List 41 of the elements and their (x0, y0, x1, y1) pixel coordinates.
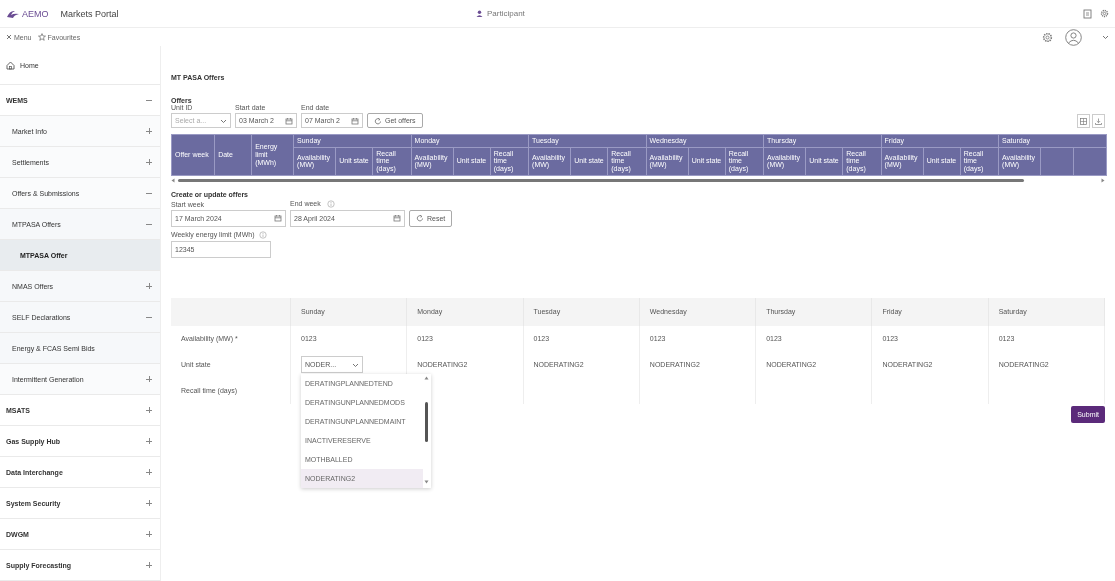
scroll-left-icon (171, 178, 175, 184)
calendar-icon (285, 116, 293, 125)
settings-icon[interactable] (1042, 31, 1053, 43)
refresh-icon (374, 116, 382, 125)
download-button[interactable] (1092, 114, 1105, 128)
plus-icon[interactable] (146, 438, 152, 444)
app-title: Markets Portal (60, 8, 119, 19)
calendar-icon (351, 116, 359, 125)
table-view-button[interactable] (1077, 114, 1090, 128)
close-icon (6, 34, 12, 40)
plus-icon[interactable] (146, 531, 152, 537)
role-label: Participant (487, 9, 525, 18)
scroll-right-icon (1101, 178, 1105, 184)
logo-text: AEMO (22, 8, 49, 19)
avatar-icon[interactable] (1065, 28, 1082, 46)
document-icon[interactable] (1083, 8, 1092, 19)
calendar-icon (393, 214, 401, 223)
user-icon (476, 10, 483, 17)
chevron-down-icon (352, 361, 359, 368)
chevron-down-icon (220, 117, 227, 124)
plus-icon[interactable] (146, 128, 152, 134)
plus-icon[interactable] (146, 407, 152, 413)
scroll-up-icon (424, 375, 429, 380)
plus-icon[interactable] (146, 376, 152, 382)
scroll-down-icon (424, 479, 429, 484)
plus-icon[interactable] (146, 500, 152, 506)
plus-icon[interactable] (146, 283, 152, 289)
grid-icon (1080, 117, 1087, 125)
logo-icon (6, 8, 20, 19)
settings-icon[interactable] (1100, 8, 1109, 18)
download-icon (1095, 117, 1102, 125)
plus-icon[interactable] (146, 159, 152, 165)
refresh-icon (416, 214, 424, 223)
scrollbar-thumb[interactable] (178, 179, 1025, 183)
plus-icon[interactable] (146, 562, 152, 568)
scrollbar-thumb[interactable] (425, 401, 428, 442)
calendar-icon (274, 214, 282, 223)
chevron-down-icon[interactable] (1102, 34, 1109, 40)
plus-icon[interactable] (146, 469, 152, 475)
star-icon (37, 33, 46, 41)
home-icon (6, 60, 15, 70)
